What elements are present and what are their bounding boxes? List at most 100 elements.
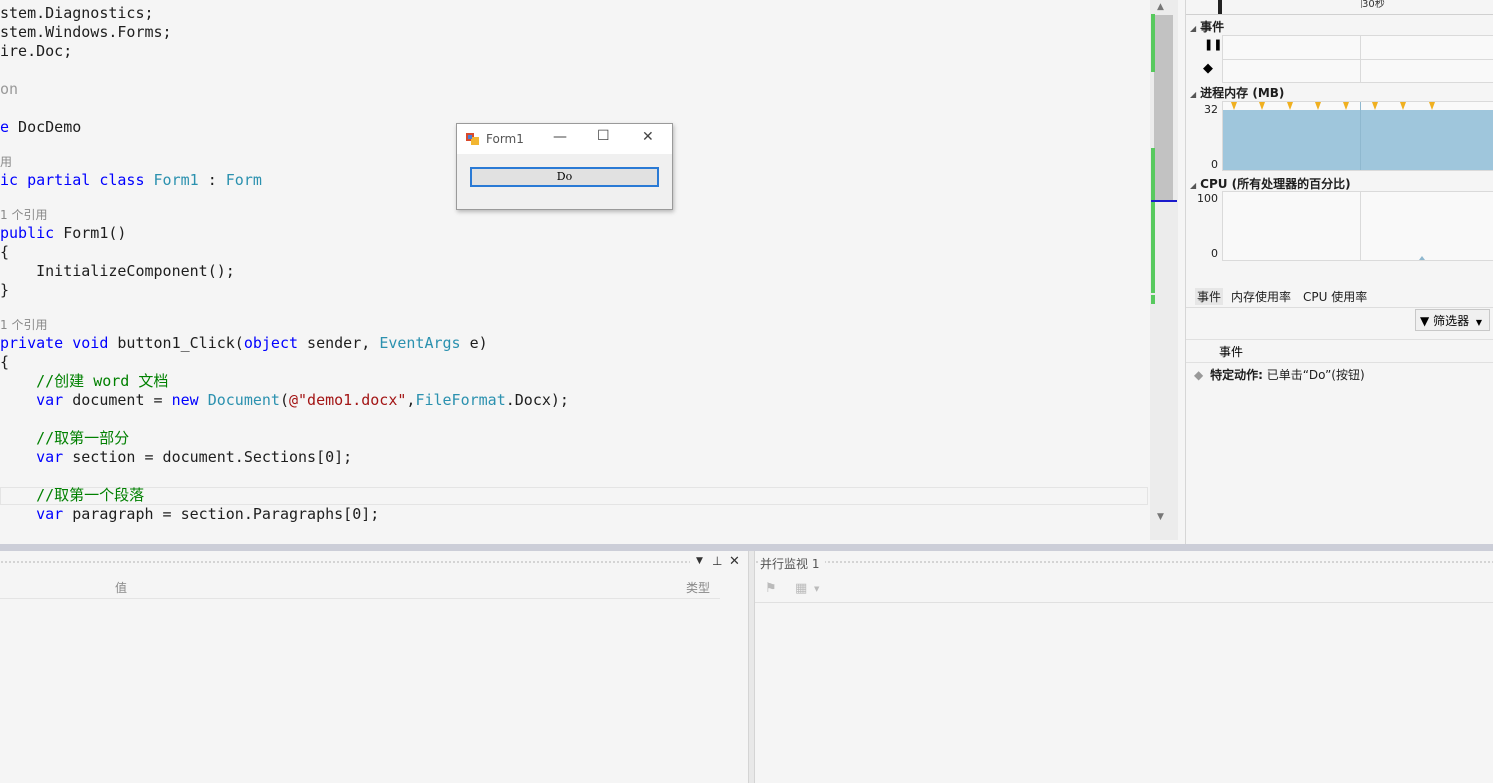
collapse-triangle-icon[interactable]: ◢ [1190, 24, 1196, 33]
code-line[interactable]: var document = new Document(@"demo1.docx… [0, 391, 569, 410]
memory-usage-area [1223, 110, 1493, 170]
memory-section-header[interactable]: ◢ 进程内存 (MB) [1190, 84, 1284, 101]
panel-title-grip[interactable] [0, 551, 690, 575]
scrollbar-caret-marker [1151, 200, 1177, 202]
cpu-axis-min: 0 [1211, 247, 1218, 260]
event-category: 特定动作: [1210, 368, 1263, 382]
cpu-axis-max: 100 [1197, 192, 1218, 205]
gc-marker-icon [1372, 102, 1378, 110]
code-line[interactable]: stem.Diagnostics; [0, 4, 154, 23]
locals-panel: ▼ ⊥ ✕ 值 类型 [0, 551, 748, 783]
divider [1186, 14, 1493, 15]
timeline-label: 30秒 [1362, 0, 1385, 10]
memory-section-title: 进程内存 (MB) [1200, 86, 1285, 100]
collapse-triangle-icon[interactable]: ◢ [1190, 181, 1196, 190]
memory-axis-max: 32 [1204, 103, 1218, 116]
change-marker [1151, 148, 1155, 293]
form-app-icon [466, 133, 479, 145]
event-list-item[interactable]: ◆ 特定动作: 已单击“Do”(按钮) [1194, 366, 1365, 383]
code-line[interactable]: InitializeComponent(); [0, 262, 235, 281]
chevron-down-icon[interactable]: ▼ [814, 585, 819, 593]
gc-marker-icon [1429, 102, 1435, 110]
add-column-icon[interactable]: ▦ [795, 581, 807, 596]
filter-icon: ▼ [1420, 314, 1430, 328]
cpu-chart[interactable] [1222, 191, 1493, 261]
filter-button[interactable]: ▼ 筛选器 ▼ [1415, 309, 1490, 331]
tab-cpu-usage[interactable]: CPU 使用率 [1303, 288, 1367, 305]
gridline [1360, 102, 1361, 170]
locals-table-header: 值 类型 [0, 576, 720, 599]
parallel-watch-title[interactable]: 并行监视 1 [760, 555, 826, 572]
close-icon[interactable]: ✕ [729, 554, 740, 569]
events-column-header: 事件 [1219, 345, 1244, 359]
form1-window[interactable]: Form1 — ☐ ✕ Do [456, 123, 673, 210]
timeline-playhead[interactable] [1218, 0, 1222, 14]
diamond-event-icon[interactable]: ◆ [1203, 61, 1213, 76]
events-track[interactable] [1222, 35, 1493, 83]
type-column-header[interactable]: 类型 [686, 579, 710, 596]
value-column-header[interactable]: 值 [115, 579, 127, 596]
diagnostic-tools-panel: 30秒 ◢ 事件 ❚❚ ◆ ◢ 进程内存 (MB) 32 0 ◢ CPU (所有处理器… [1185, 0, 1493, 545]
code-line-comment[interactable]: //取第一个段落 [0, 486, 144, 505]
gc-marker-icon [1315, 102, 1321, 110]
minimize-icon[interactable]: — [553, 129, 567, 145]
diagnostics-tabs: 事件 内存使用率 CPU 使用率 [1186, 285, 1493, 308]
scrollbar-thumb[interactable] [1154, 15, 1173, 201]
memory-axis-min: 0 [1211, 158, 1218, 171]
do-button[interactable]: Do [470, 167, 659, 187]
code-line-comment[interactable]: //创建 word 文档 [0, 372, 168, 391]
events-section-header[interactable]: ◢ 事件 [1190, 18, 1224, 35]
event-diamond-icon: ◆ [1194, 368, 1204, 382]
gc-marker-icon [1259, 102, 1265, 110]
form1-titlebar[interactable]: Form1 — ☐ ✕ [457, 124, 672, 154]
chevron-down-icon: ▼ [1475, 318, 1483, 327]
current-line-highlight [0, 487, 1148, 505]
gridline [1223, 59, 1493, 60]
code-editor[interactable]: stem.Diagnostics; stem.Windows.Forms; ir… [0, 0, 1150, 540]
scroll-up-arrow-icon[interactable]: ▲ [1157, 2, 1164, 12]
codelens-references[interactable]: 1 个引用 [0, 208, 47, 223]
code-line-method[interactable]: private void button1_Click(object sender… [0, 334, 488, 353]
filter-flag-icon[interactable]: ⚑ [765, 581, 777, 596]
code-line-comment[interactable]: //取第一部分 [0, 429, 129, 448]
gc-marker-icon [1287, 102, 1293, 110]
code-line[interactable]: ire.Doc; [0, 42, 72, 61]
pin-icon[interactable]: ⊥ [712, 554, 722, 568]
close-icon[interactable]: ✕ [642, 129, 654, 145]
events-section-title: 事件 [1200, 20, 1225, 34]
dropdown-arrow-icon[interactable]: ▼ [696, 556, 703, 566]
parallel-watch-panel: 并行监视 1 ⚑ ▦ ▼ [755, 551, 1493, 783]
tab-events[interactable]: 事件 [1195, 288, 1224, 305]
codelens-references[interactable]: 用 [0, 155, 12, 170]
code-line-region[interactable]: on [0, 80, 18, 99]
keyword: e [0, 118, 10, 136]
code-line[interactable]: var section = document.Sections[0]; [0, 448, 352, 467]
namespace-name: DocDemo [9, 118, 82, 136]
code-line[interactable]: { [0, 243, 9, 262]
gc-marker-icon [1400, 102, 1406, 110]
code-line[interactable]: } [0, 281, 9, 300]
codelens-references[interactable]: 1 个引用 [0, 318, 47, 333]
code-line[interactable]: { [0, 353, 9, 372]
code-line-namespace[interactable]: e DocDemo [0, 118, 81, 137]
form1-title: Form1 [486, 132, 524, 146]
code-line-ctor[interactable]: public Form1() [0, 224, 126, 243]
code-line[interactable]: var paragraph = section.Paragraphs[0]; [0, 505, 379, 524]
code-line-class[interactable]: ic partial class Form1 : Form [0, 171, 262, 190]
panel-title-grip[interactable] [755, 551, 1493, 575]
maximize-icon[interactable]: ☐ [597, 128, 610, 144]
panel-divider[interactable] [748, 551, 755, 783]
scroll-down-arrow-icon[interactable]: ▼ [1157, 512, 1164, 522]
cpu-section-title: CPU (所有处理器的百分比) [1200, 177, 1351, 191]
pause-icon[interactable]: ❚❚ [1204, 38, 1222, 51]
cpu-section-header[interactable]: ◢ CPU (所有处理器的百分比) [1190, 175, 1351, 192]
event-description: 已单击“Do”(按钮) [1266, 368, 1365, 382]
collapse-triangle-icon[interactable]: ◢ [1190, 90, 1196, 99]
tab-memory-usage[interactable]: 内存使用率 [1231, 288, 1291, 305]
code-line[interactable]: stem.Windows.Forms; [0, 23, 172, 42]
panel-splitter[interactable] [0, 544, 1493, 551]
gc-marker-icon [1343, 102, 1349, 110]
change-marker [1151, 14, 1155, 72]
memory-chart[interactable] [1222, 101, 1493, 171]
events-table-header[interactable]: 事件 [1186, 339, 1493, 363]
